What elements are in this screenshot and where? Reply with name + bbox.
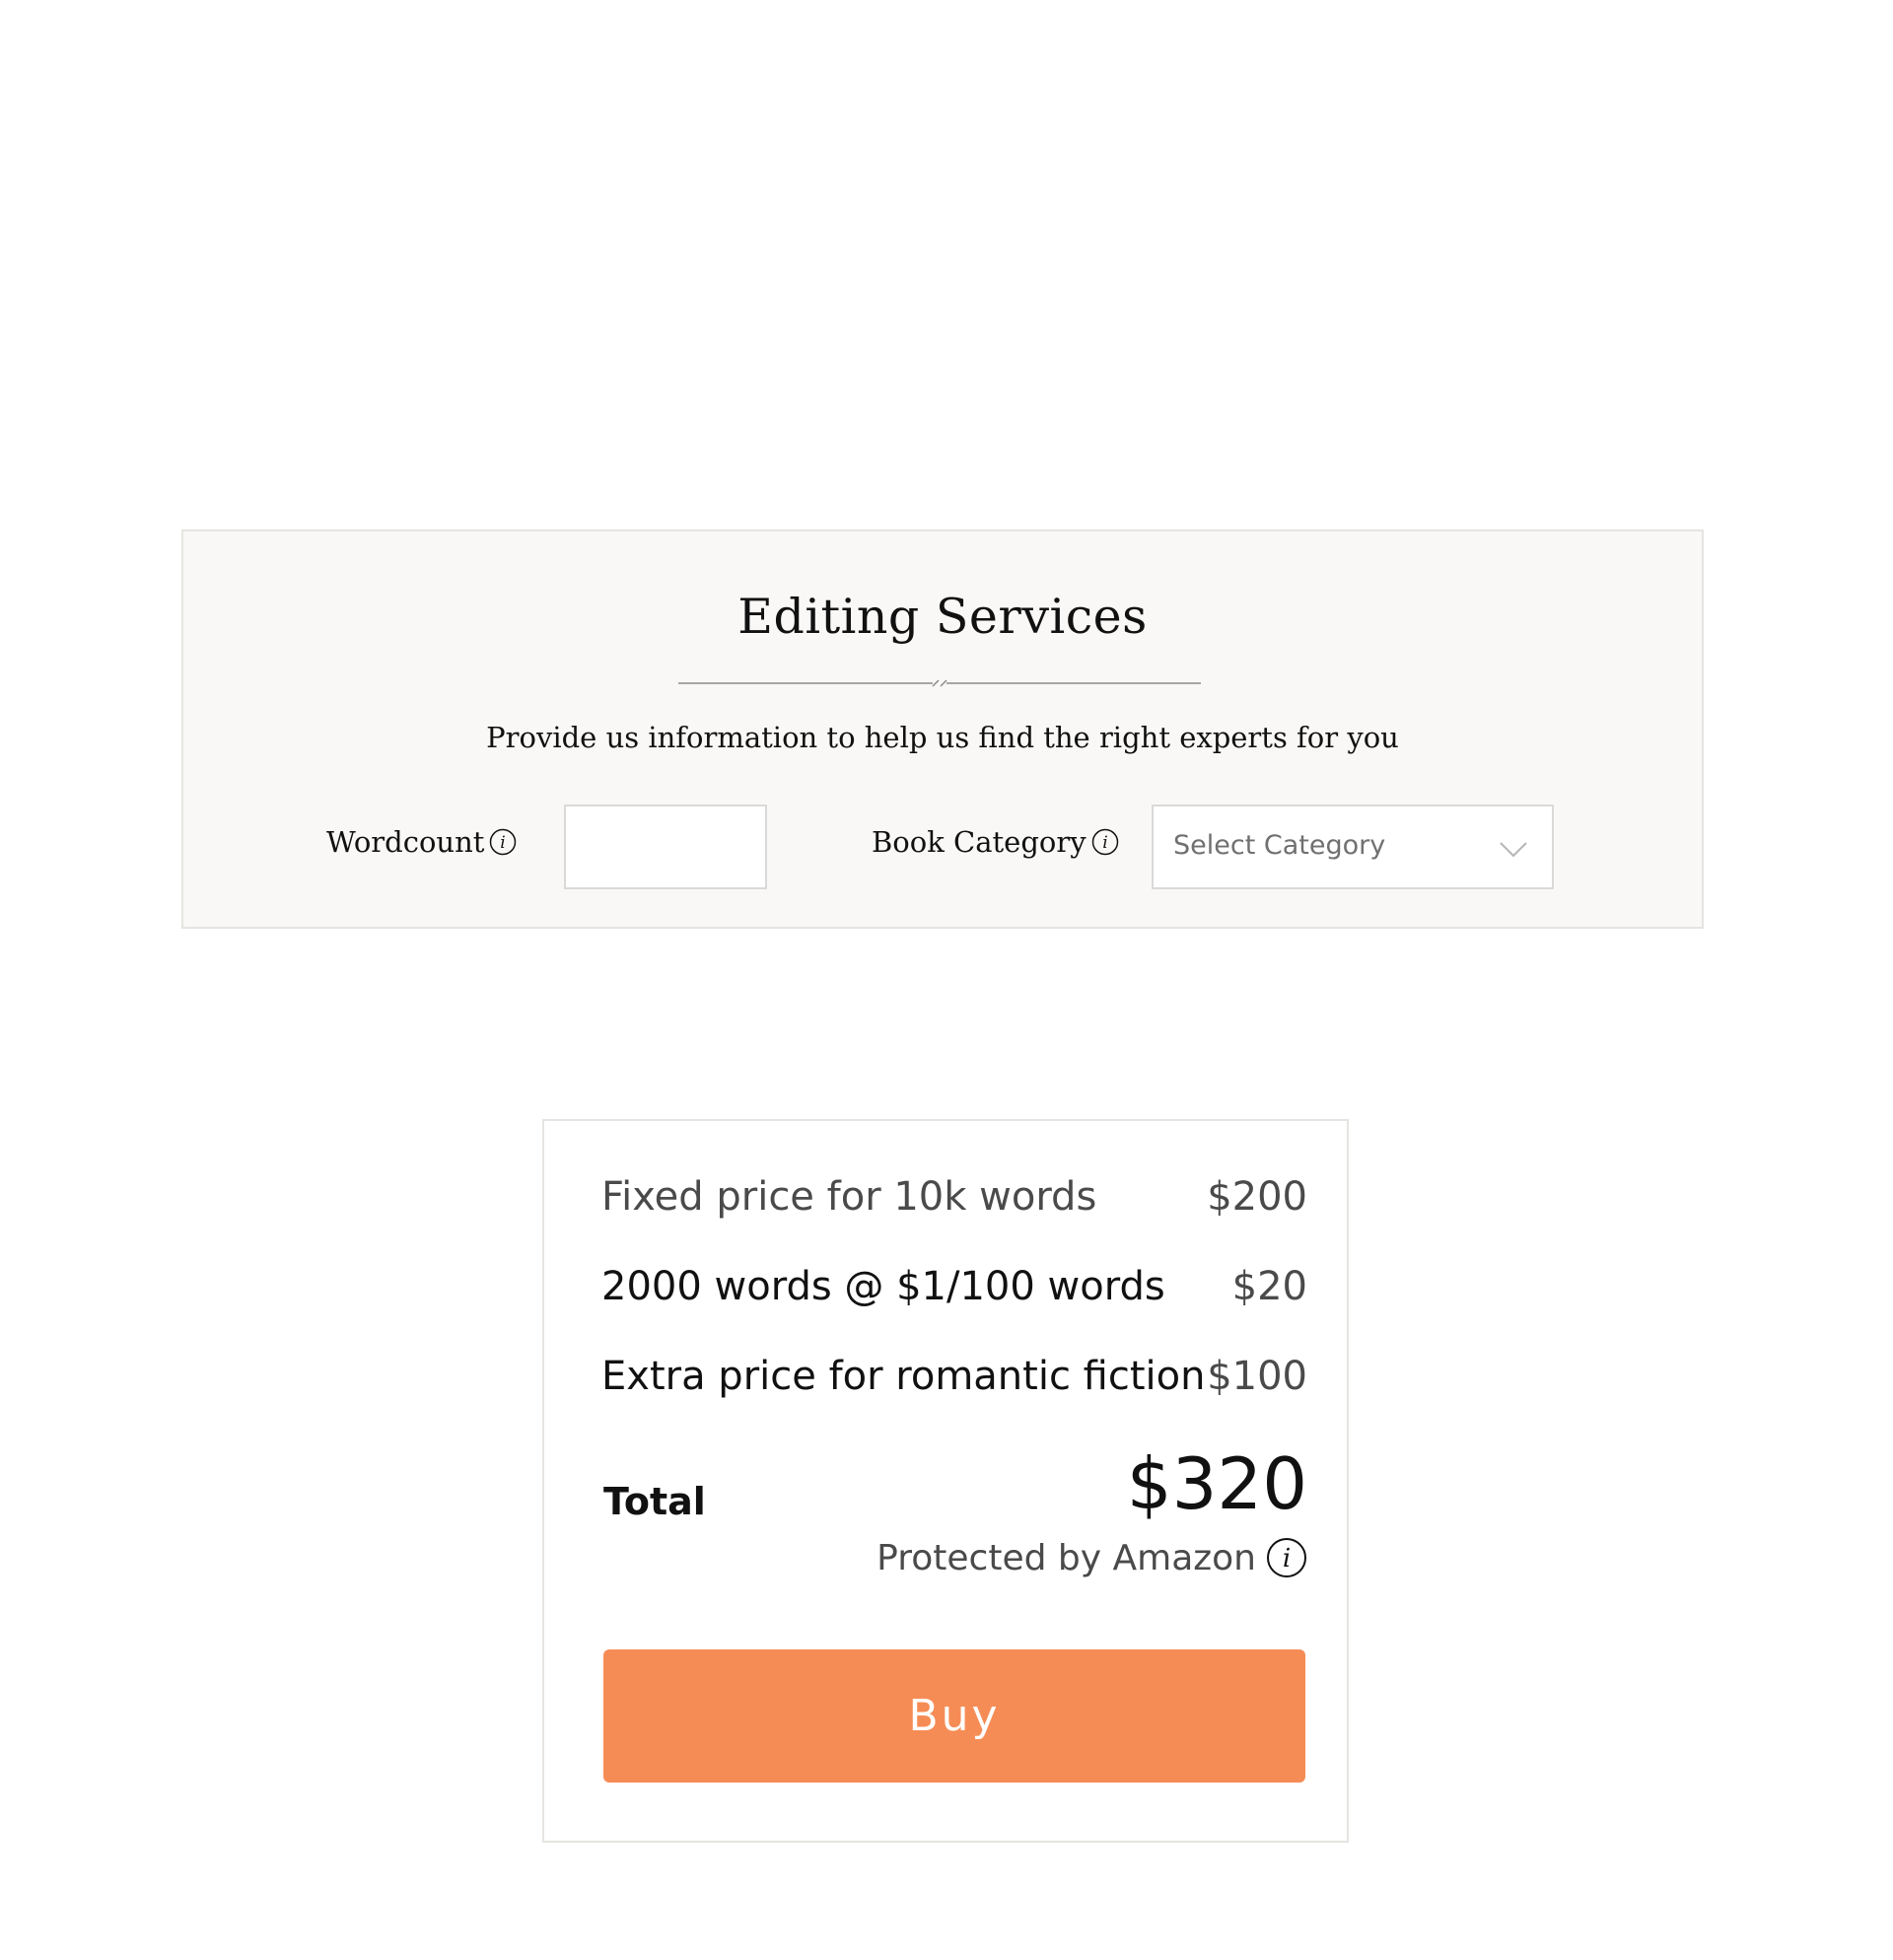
svg-text:i: i — [501, 833, 506, 853]
editing-services-panel: Editing Services Provide us information … — [181, 529, 1704, 929]
price-row-amount: $100 — [1207, 1354, 1307, 1399]
price-row-amount: $20 — [1231, 1264, 1307, 1309]
price-row-label: Fixed price for 10k words — [601, 1174, 1097, 1220]
protected-info-icon[interactable]: i — [1266, 1537, 1307, 1578]
book-category-label-group: Book Category i — [872, 825, 1119, 859]
price-summary-card: Fixed price for 10k words $200 2000 word… — [542, 1119, 1349, 1843]
title-divider-ornament — [678, 679, 1201, 687]
price-row-extra: Extra price for romantic fiction $100 — [601, 1354, 1307, 1399]
total-amount: $320 — [1126, 1442, 1307, 1525]
buy-button[interactable]: Buy — [603, 1649, 1305, 1783]
panel-subtitle: Provide us information to help us find t… — [486, 721, 1399, 754]
price-row-fixed: Fixed price for 10k words $200 — [601, 1174, 1307, 1220]
price-row-label: 2000 words @ $1/100 words — [601, 1264, 1165, 1309]
total-label: Total — [603, 1480, 706, 1523]
price-row-words: 2000 words @ $1/100 words $20 — [601, 1264, 1307, 1309]
price-row-label: Extra price for romantic fiction — [601, 1354, 1206, 1399]
page-title: Editing Services — [737, 589, 1148, 645]
category-select-value: Select Category — [1173, 830, 1386, 861]
protected-by-amazon: Protected by Amazon i — [876, 1537, 1307, 1578]
book-category-label: Book Category — [872, 825, 1087, 859]
book-category-info-icon[interactable]: i — [1091, 828, 1119, 856]
wordcount-label: Wordcount — [326, 825, 485, 859]
wordcount-info-icon[interactable]: i — [489, 828, 517, 856]
chevron-down-icon — [1500, 842, 1527, 858]
total-row: Total $320 — [603, 1435, 1307, 1523]
svg-text:i: i — [1283, 1544, 1291, 1574]
wordcount-input[interactable] — [564, 805, 767, 889]
protected-text: Protected by Amazon — [876, 1537, 1256, 1578]
svg-text:i: i — [1102, 833, 1107, 853]
book-category-select[interactable]: Select Category — [1152, 805, 1554, 889]
price-row-amount: $200 — [1207, 1174, 1307, 1220]
wordcount-label-group: Wordcount i — [326, 825, 517, 859]
